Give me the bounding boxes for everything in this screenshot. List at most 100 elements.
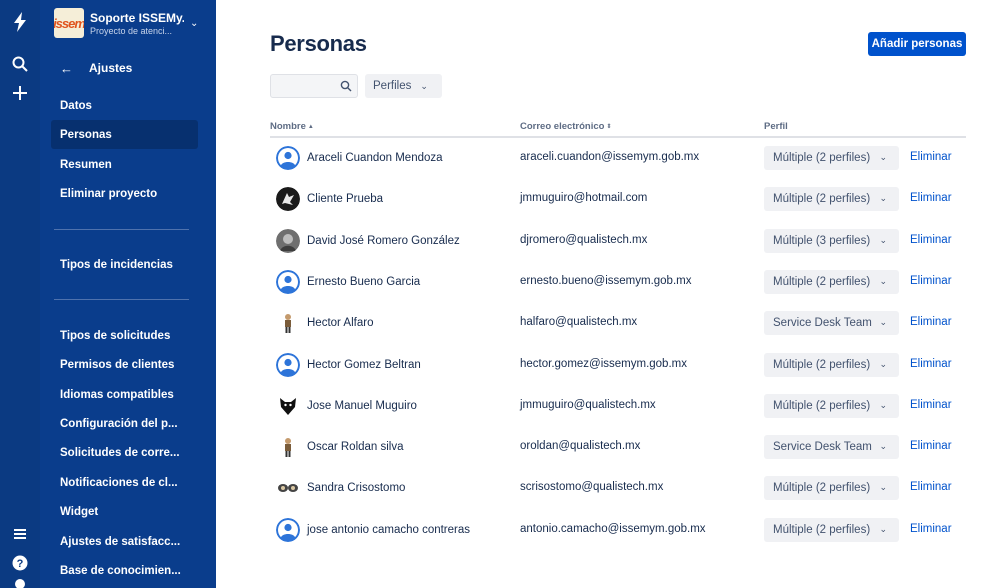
sidebar-item-solicitudes-correo[interactable]: Solicitudes de corre... — [51, 438, 198, 467]
profile-value: Múltiple (3 perfiles) — [773, 234, 871, 247]
help-icon[interactable]: ? — [8, 551, 32, 575]
remove-link[interactable]: Eliminar — [910, 151, 952, 163]
table-row: jose antonio camacho contreras antonio.ca… — [270, 510, 966, 551]
avatar[interactable] — [276, 228, 300, 253]
page-title: Personas — [270, 31, 367, 56]
create-plus-icon[interactable] — [8, 81, 32, 105]
avatar[interactable] — [276, 146, 300, 170]
chevron-down-icon: ⌄ — [879, 399, 887, 410]
remove-link[interactable]: Eliminar — [910, 523, 952, 535]
sidebar-item-widget[interactable]: Widget — [51, 497, 198, 526]
add-people-button[interactable]: Añadir personas — [868, 32, 966, 56]
person-email: hector.gomez@issemym.gob.mx — [520, 357, 687, 370]
person-name: Araceli Cuandon Mendoza — [307, 152, 443, 164]
profile-dropdown[interactable]: Service Desk Team ⌄ — [764, 435, 899, 460]
sidebar-item-base-conocimiento[interactable]: Base de conocimien... — [51, 556, 198, 585]
remove-link[interactable]: Eliminar — [910, 275, 952, 287]
table-row: Ernesto Bueno Garcia ernesto.bueno@issemy… — [270, 262, 966, 303]
remove-link[interactable]: Eliminar — [910, 399, 952, 411]
person-name: David José Romero González — [307, 234, 460, 247]
back-to-settings[interactable]: ← Ajustes — [60, 58, 132, 78]
profile-dropdown[interactable]: Múltiple (2 perfiles) ⌄ — [764, 476, 899, 501]
profile-icon[interactable] — [8, 578, 32, 588]
sidebar-item-eliminar-proyecto[interactable]: Eliminar proyecto — [51, 179, 198, 208]
chevron-down-icon: ⌄ — [879, 317, 887, 328]
search-icon[interactable] — [8, 52, 32, 76]
remove-link[interactable]: Eliminar — [910, 316, 952, 328]
person-email: antonio.camacho@issemym.gob.mx — [520, 522, 706, 535]
jira-logo-icon[interactable] — [8, 10, 32, 34]
remove-link[interactable]: Eliminar — [910, 358, 952, 370]
avatar[interactable] — [276, 187, 300, 212]
profile-dropdown[interactable]: Múltiple (2 perfiles) ⌄ — [764, 187, 899, 212]
profile-value: Service Desk Team — [773, 317, 872, 330]
avatar[interactable] — [276, 435, 300, 460]
sidebar-item-satisfaccion[interactable]: Ajustes de satisfacc... — [51, 527, 198, 556]
remove-link[interactable]: Eliminar — [910, 192, 952, 204]
project-name: Soporte ISSEMy... — [90, 10, 184, 25]
search-icon — [340, 80, 352, 92]
global-nav: ? — [0, 0, 40, 588]
chevron-down-icon: ⌄ — [879, 193, 887, 204]
remove-link[interactable]: Eliminar — [910, 440, 952, 452]
profile-dropdown[interactable]: Múltiple (2 perfiles) ⌄ — [764, 352, 899, 377]
settings-label: Ajustes — [89, 61, 133, 75]
profile-dropdown[interactable]: Service Desk Team ⌄ — [764, 311, 899, 336]
profile-dropdown[interactable]: Múltiple (3 perfiles) ⌄ — [764, 228, 899, 253]
profile-dropdown[interactable]: Múltiple (2 perfiles) ⌄ — [764, 517, 899, 542]
chevron-down-icon: ⌄ — [879, 234, 887, 245]
avatar[interactable] — [276, 517, 300, 542]
project-logo: issem — [54, 8, 84, 38]
sidebar-divider — [54, 299, 189, 300]
table-row: Cliente Prueba jmmuguiro@hotmail.com Múlti… — [270, 179, 966, 220]
project-sidebar: issem Soporte ISSEMy... Proyecto de aten… — [40, 0, 216, 588]
sidebar-item-permisos-clientes[interactable]: Permisos de clientes — [51, 350, 198, 379]
person-email: djromero@qualistech.mx — [520, 233, 648, 246]
project-switcher[interactable]: issem Soporte ISSEMy... Proyecto de aten… — [54, 8, 204, 38]
remove-link[interactable]: Eliminar — [910, 481, 952, 493]
sidebar-item-resumen[interactable]: Resumen — [51, 150, 198, 179]
column-header-profile: Perfil — [764, 121, 788, 132]
avatar[interactable] — [276, 311, 300, 336]
menu-icon[interactable] — [8, 522, 32, 546]
sidebar-item-idiomas[interactable]: Idiomas compatibles — [51, 380, 198, 409]
chevron-down-icon: ⌄ — [879, 152, 887, 162]
table-row: Sandra Crisostomo scrisostomo@qualistech.… — [270, 468, 966, 509]
sidebar-item-configuracion[interactable]: Configuración del p... — [51, 409, 198, 438]
table-row: Araceli Cuandon Mendoza araceli.cuandon@i… — [270, 138, 966, 179]
person-email: jmmuguiro@qualistech.mx — [520, 398, 656, 411]
avatar[interactable] — [276, 352, 300, 377]
sort-arrow-icon: ▲ — [307, 123, 314, 130]
remove-link[interactable]: Eliminar — [910, 234, 952, 246]
person-name: Sandra Crisostomo — [307, 482, 406, 495]
profile-dropdown[interactable]: Múltiple (2 perfiles) ⌄ — [764, 393, 899, 418]
column-header-name[interactable]: Nombre ▲ — [270, 121, 314, 132]
profile-value: Múltiple (2 perfiles) — [773, 482, 871, 495]
avatar[interactable] — [276, 269, 300, 294]
svg-text:?: ? — [17, 558, 24, 570]
chevron-down-icon: ⌄ — [190, 17, 199, 29]
profile-dropdown[interactable]: Múltiple (2 perfiles) ⌄ — [764, 269, 899, 294]
sidebar-item-notificaciones[interactable]: Notificaciones de cl... — [51, 468, 198, 497]
person-email: jmmuguiro@hotmail.com — [520, 192, 648, 205]
project-subtitle: Proyecto de atenci... — [90, 25, 173, 36]
arrow-left-icon: ← — [60, 60, 73, 76]
sidebar-item-datos[interactable]: Datos — [51, 91, 198, 120]
sidebar-item-tipos-incidencias[interactable]: Tipos de incidencias — [51, 250, 198, 279]
sidebar-item-tipos-solicitudes[interactable]: Tipos de solicitudes — [51, 321, 198, 350]
person-email: ernesto.bueno@issemym.gob.mx — [520, 274, 692, 287]
avatar[interactable] — [276, 393, 300, 418]
person-name: Ernesto Bueno Garcia — [307, 275, 421, 288]
profiles-filter-dropdown[interactable]: Perfiles ⌄ — [365, 74, 442, 98]
avatar[interactable] — [276, 476, 300, 501]
profile-value: Múltiple (2 perfiles) — [773, 399, 871, 412]
profile-dropdown[interactable]: Múltiple (2 perfiles) ⌄ — [764, 146, 899, 170]
search-input[interactable] — [277, 78, 337, 94]
search-field[interactable] — [270, 74, 358, 98]
sidebar-item-personas[interactable]: Personas — [51, 120, 198, 149]
person-email: halfaro@qualistech.mx — [520, 316, 638, 329]
person-name: Jose Manuel Muguiro — [307, 399, 417, 412]
column-header-email[interactable]: Correo electrónico ⇕ — [520, 121, 612, 132]
person-email: scrisostomo@qualistech.mx — [520, 481, 664, 494]
chevron-down-icon: ⌄ — [879, 523, 887, 534]
